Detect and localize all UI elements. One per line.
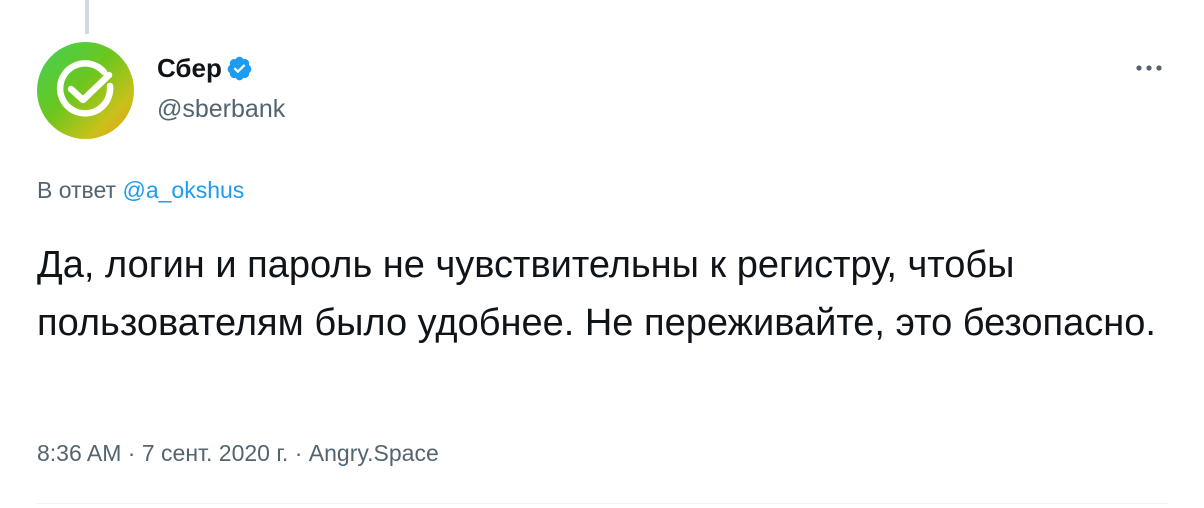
author-handle[interactable]: @sberbank <box>157 94 285 124</box>
divider <box>37 503 1169 504</box>
sber-logo-icon <box>37 42 134 139</box>
more-options-button[interactable] <box>1129 53 1169 83</box>
avatar[interactable] <box>37 42 134 139</box>
tweet-date-link[interactable]: 7 сент. 2020 г. <box>142 440 288 466</box>
tweet-time-link[interactable]: 8:36 AM <box>37 440 121 466</box>
meta-separator: · <box>127 440 136 466</box>
verified-badge-icon <box>226 55 253 82</box>
tweet-metadata: 8:36 AM · 7 сент. 2020 г. · Angry.Space <box>37 438 439 468</box>
author-display-name[interactable]: Сбер <box>157 52 222 84</box>
tweet-source-link[interactable]: Angry.Space <box>309 440 439 466</box>
meta-separator: · <box>294 440 303 466</box>
reply-context: В ответ @a_okshus <box>37 175 244 205</box>
tweet-text: Да, логин и пароль не чувствительны к ре… <box>37 244 1156 344</box>
reply-to-handle-link[interactable]: @a_okshus <box>122 177 244 203</box>
more-horizontal-icon <box>1136 65 1162 71</box>
author-name-row[interactable]: Сбер <box>157 52 253 84</box>
thread-connector-line <box>85 0 89 34</box>
reply-prefix: В ответ <box>37 177 117 203</box>
